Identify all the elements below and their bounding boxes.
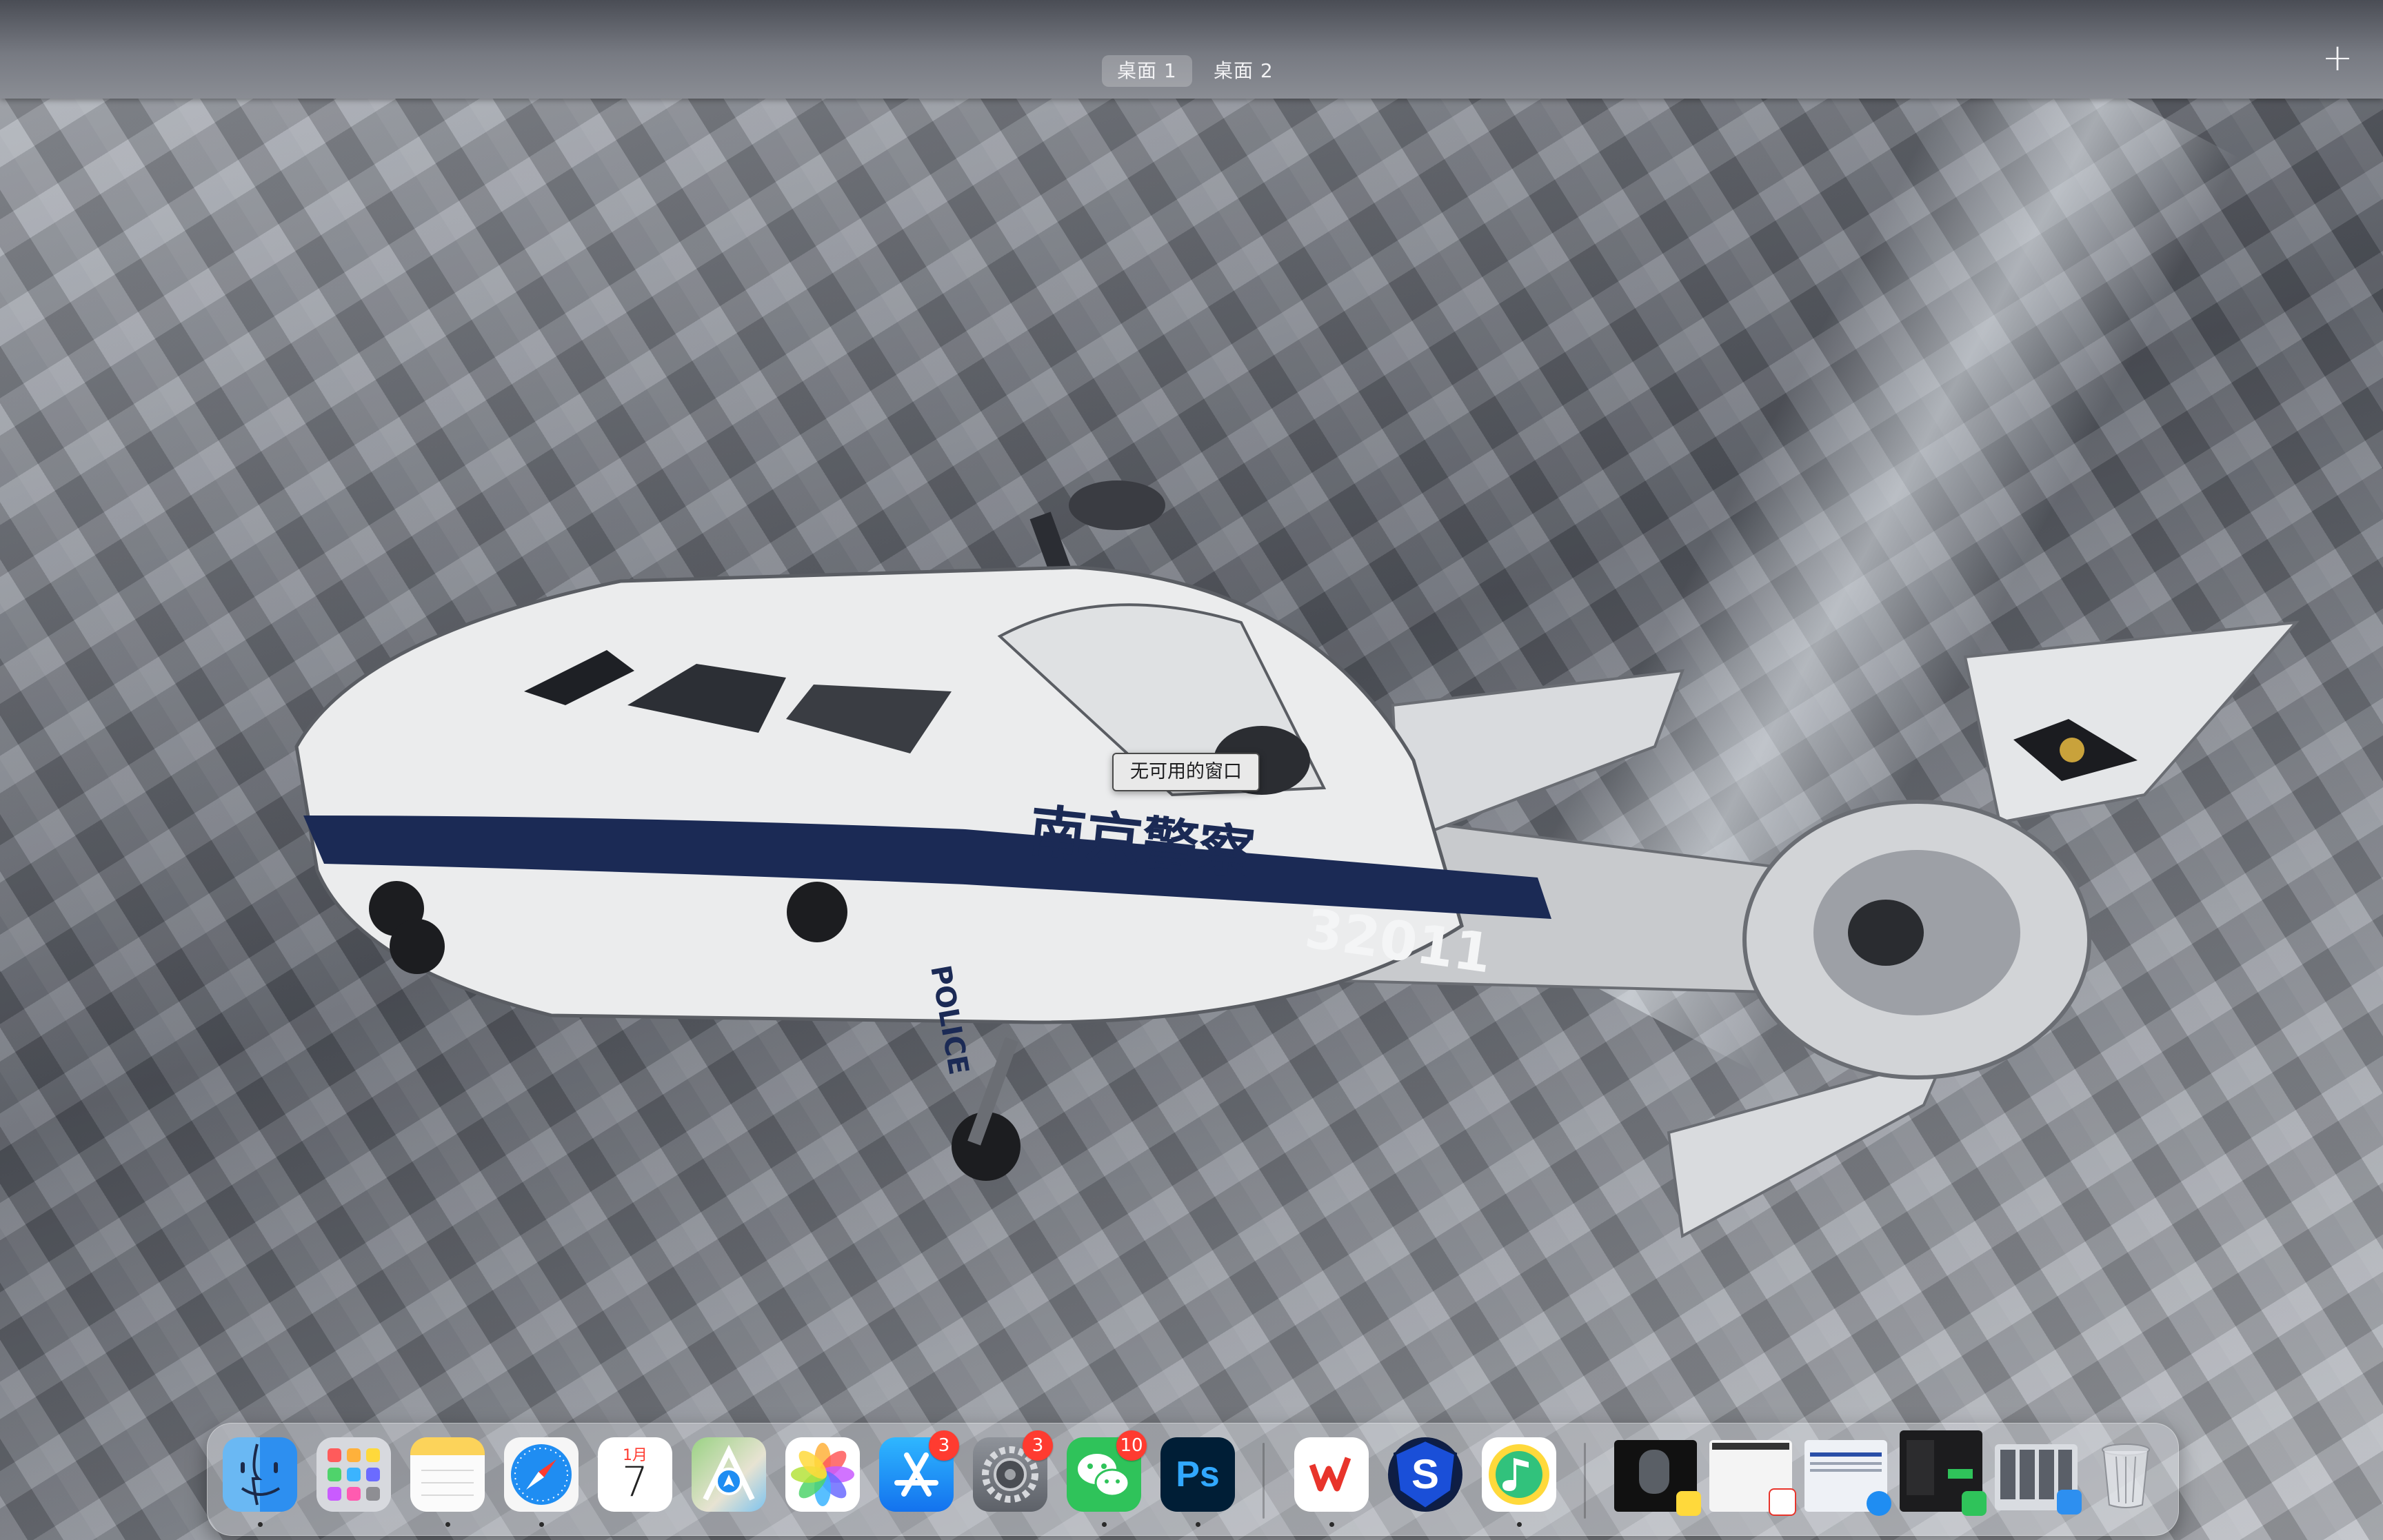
window-thumbnail-safari[interactable]	[1804, 1440, 1891, 1516]
thumbnail-sidebar	[1907, 1440, 1934, 1495]
thumbnail-header	[1810, 1452, 1882, 1457]
space-tab-desktop-1[interactable]: 桌面 1	[1102, 55, 1192, 87]
window-thumbnail-finder[interactable]	[1995, 1444, 2082, 1514]
wps-logo	[1304, 1447, 1359, 1502]
s-app-icon[interactable]: S	[1388, 1437, 1462, 1512]
running-indicator	[1102, 1522, 1107, 1527]
calendar-icon[interactable]: 1月 7	[598, 1437, 672, 1512]
thumbnail-line	[1810, 1462, 1882, 1465]
window-thumbnail-video[interactable]	[1614, 1440, 1701, 1516]
wps-badge-icon	[1769, 1488, 1796, 1516]
wechat-icon[interactable]: 10	[1067, 1430, 1147, 1527]
app-store-icon[interactable]: 3	[879, 1430, 959, 1512]
notes-icon[interactable]	[410, 1437, 485, 1527]
notes-lines	[421, 1470, 474, 1496]
photos-icon[interactable]	[785, 1437, 860, 1512]
maps-marker	[703, 1444, 755, 1501]
space-tab-desktop-2[interactable]: 桌面 2	[1198, 55, 1289, 87]
photos-flower	[791, 1443, 854, 1506]
dock-separator	[1584, 1443, 1586, 1519]
s-app-shield: S	[1393, 1438, 1458, 1511]
app-store-badge: 3	[929, 1430, 959, 1461]
finder-badge-icon	[2057, 1490, 2082, 1514]
thumbnail-figure	[1639, 1450, 1669, 1494]
desktop-wallpaper: 南京警察 32011 POLICE	[0, 99, 2383, 1540]
running-indicator	[1196, 1522, 1200, 1527]
launchpad-grid	[328, 1448, 380, 1501]
finder-face	[241, 1443, 281, 1506]
safari-compass	[511, 1444, 572, 1505]
plus-icon[interactable]: +	[2320, 39, 2355, 77]
finder-icon[interactable]	[223, 1437, 297, 1527]
qq-music-logo	[1489, 1444, 1549, 1505]
helicopter-image: 南京警察 32011 POLICE	[294, 480, 2300, 1239]
s-app-label: S	[1411, 1451, 1439, 1497]
safari-badge-icon	[1867, 1491, 1891, 1516]
photoshop-label: Ps	[1176, 1455, 1220, 1495]
window-thumbnail-wechat[interactable]	[1900, 1430, 1987, 1516]
maps-icon[interactable]	[692, 1437, 766, 1512]
window-thumbnail-wps[interactable]	[1709, 1440, 1796, 1516]
no-windows-tooltip: 无可用的窗口	[1112, 753, 1260, 791]
launchpad-icon[interactable]	[316, 1437, 391, 1512]
mission-control-spaces-bar: 桌面 1 桌面 2 +	[0, 0, 2383, 99]
wechat-badge-icon	[1962, 1491, 1987, 1516]
running-indicator	[1517, 1522, 1522, 1527]
running-indicator	[258, 1522, 263, 1527]
wechat-badge: 10	[1116, 1430, 1147, 1461]
thumbnail-titlebar	[1712, 1443, 1789, 1450]
dock: 1月 7 3 3 10 Ps S	[207, 1423, 2179, 1536]
thumbnail-chip	[1948, 1469, 1973, 1479]
running-indicator	[539, 1522, 544, 1527]
calendar-day: 7	[621, 1458, 649, 1506]
qq-music-badge-icon	[1676, 1491, 1701, 1516]
thumbnail-line	[1810, 1469, 1882, 1472]
trash-icon[interactable]	[2089, 1437, 2163, 1512]
running-indicator	[1329, 1522, 1334, 1527]
photoshop-icon[interactable]: Ps	[1160, 1437, 1235, 1527]
safari-icon[interactable]	[504, 1437, 579, 1527]
running-indicator	[445, 1522, 450, 1527]
settings-icon[interactable]: 3	[973, 1430, 1053, 1512]
wps-icon[interactable]	[1294, 1437, 1369, 1527]
trash-can	[2102, 1443, 2150, 1508]
qq-music-icon[interactable]	[1482, 1437, 1556, 1527]
settings-badge: 3	[1023, 1430, 1053, 1461]
dock-separator	[1263, 1443, 1265, 1519]
